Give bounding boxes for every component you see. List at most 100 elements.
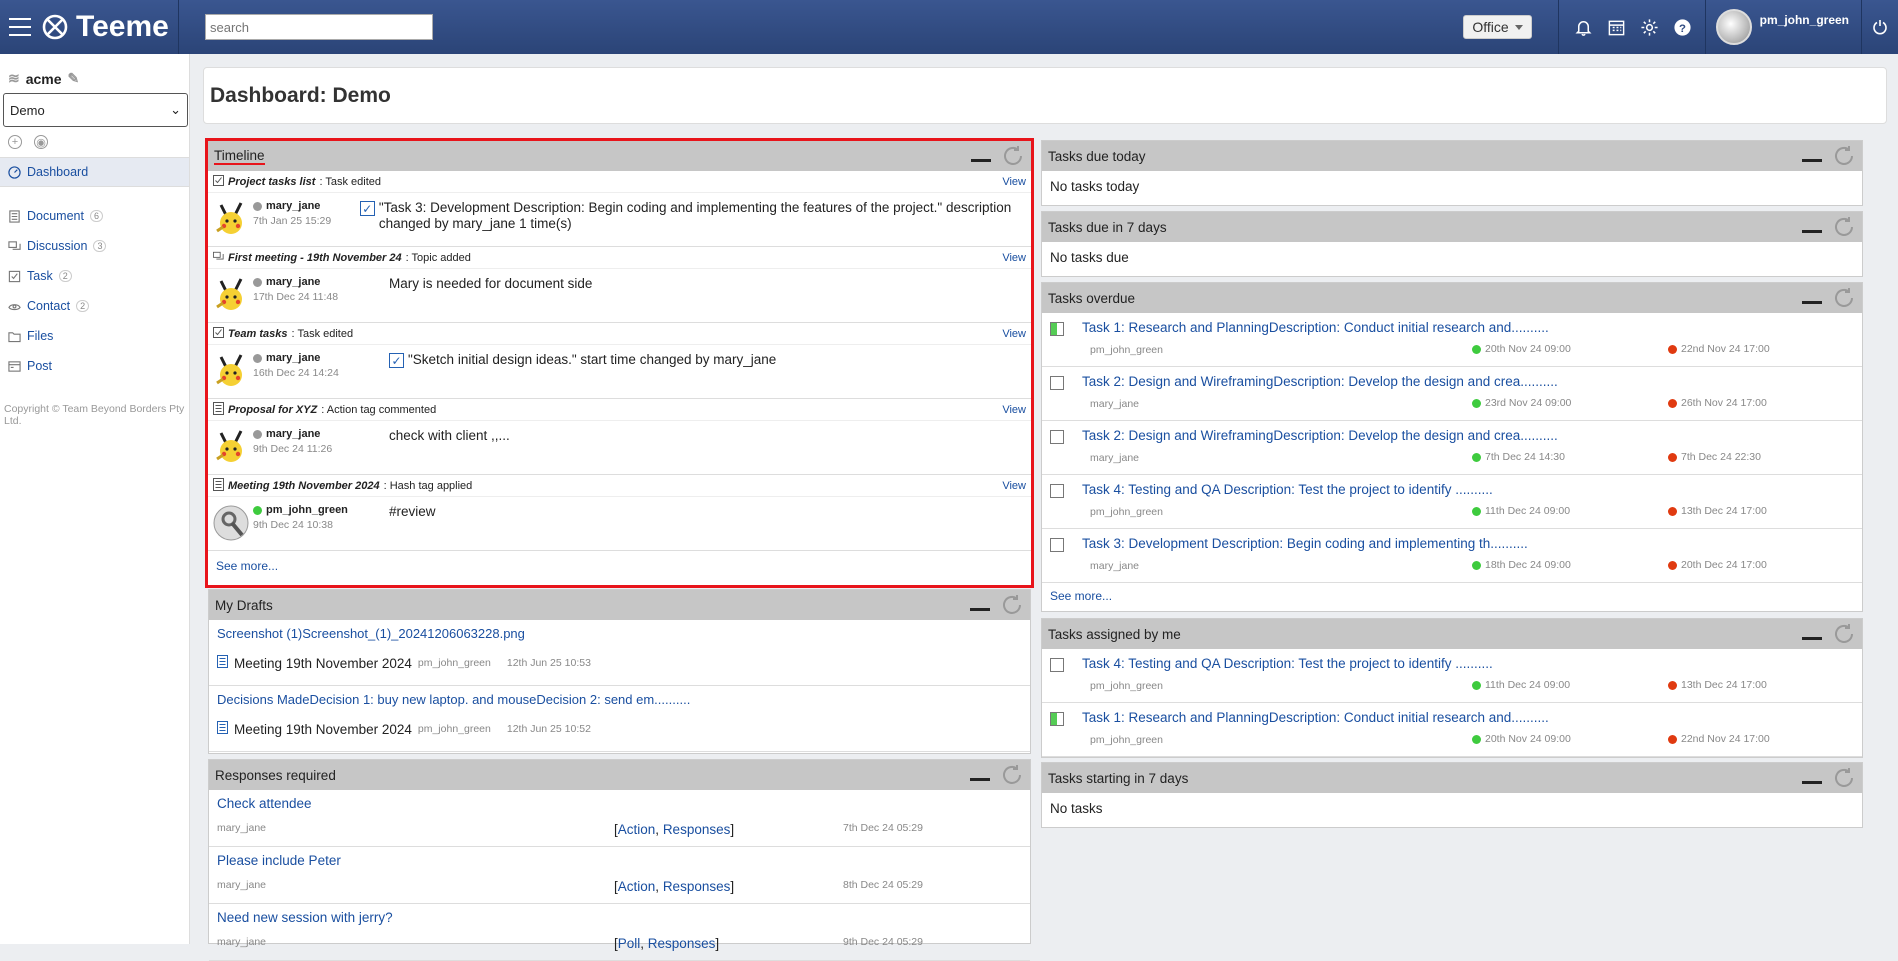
sidebar-item-contact[interactable]: Contact 2 (0, 291, 189, 321)
response-link[interactable]: Check attendee (217, 796, 312, 811)
tasks-today-panel: Tasks due today No tasks today (1041, 140, 1863, 206)
sidebar-item-task[interactable]: Task 2 (0, 261, 189, 291)
sidebar-item-dashboard[interactable]: Dashboard (0, 157, 189, 187)
sidebar-item-post[interactable]: Post (0, 351, 189, 381)
add-icon[interactable]: + (8, 135, 22, 149)
timestamp: 17th Dec 24 11:48 (253, 291, 339, 303)
task-link[interactable]: Task 2: Design and WireframingDescriptio… (1082, 374, 1558, 389)
task-checkbox[interactable] (1050, 322, 1064, 336)
task-checkbox[interactable] (1050, 538, 1064, 552)
source-icon (213, 250, 224, 266)
minimize-icon[interactable] (970, 777, 990, 781)
timeline-source[interactable]: Team tasks (228, 328, 288, 340)
timeline-item: Meeting 19th November 2024: Hash tag app… (208, 475, 1031, 551)
menu-icon[interactable] (0, 0, 40, 54)
task-end: 22nd Nov 24 17:00 (1668, 733, 1770, 745)
task-link[interactable]: Task 4: Testing and QA Description: Test… (1082, 656, 1493, 671)
response-user: mary_jane (217, 936, 267, 948)
response-link[interactable]: Please include Peter (217, 853, 341, 868)
app-logo[interactable]: Teeme (42, 0, 179, 54)
response-time: 8th Dec 24 05:29 (843, 879, 923, 891)
response-link[interactable]: Need new session with jerry? (217, 910, 393, 925)
space-select[interactable]: Demo ⌄ (3, 93, 188, 127)
refresh-icon[interactable] (1832, 622, 1856, 646)
timeline-source[interactable]: Meeting 19th November 2024 (228, 480, 380, 492)
task-checkbox[interactable] (1050, 376, 1064, 390)
user-menu[interactable]: pm_john_green (1704, 0, 1862, 54)
calendar-icon[interactable] (1600, 0, 1633, 54)
view-link[interactable]: View (1002, 328, 1026, 340)
tag-link[interactable]: Responses (663, 822, 731, 837)
search-input[interactable] (205, 14, 433, 40)
tasks-overdue-panel: Tasks overdue Task 1: Research and Plann… (1041, 282, 1863, 612)
refresh-icon[interactable] (1832, 215, 1856, 239)
tag-link[interactable]: Action (618, 822, 656, 837)
task-end-time: 22nd Nov 24 17:00 (1681, 733, 1770, 745)
status-dot (253, 429, 262, 439)
office-dropdown[interactable]: Office (1463, 15, 1532, 39)
svg-text:?: ? (1679, 22, 1686, 34)
bell-icon[interactable] (1567, 0, 1600, 54)
responses-panel: Responses required Check attendee mary_j… (208, 759, 1031, 961)
gear-icon[interactable] (1633, 0, 1666, 54)
task-link[interactable]: Task 4: Testing and QA Description: Test… (1082, 482, 1493, 497)
view-link[interactable]: View (1002, 480, 1026, 492)
avatar (1715, 9, 1752, 45)
draft-link[interactable]: Decisions MadeDecision 1: buy new laptop… (217, 692, 690, 707)
refresh-icon[interactable] (1000, 763, 1024, 787)
workspace-name[interactable]: acme (26, 71, 62, 87)
refresh-icon[interactable] (1832, 286, 1856, 310)
task-checkbox[interactable] (1050, 484, 1064, 498)
minimize-icon[interactable] (1802, 229, 1822, 233)
end-dot (1668, 398, 1677, 408)
view-link[interactable]: View (1002, 176, 1026, 188)
task-checkbox[interactable] (1050, 658, 1064, 672)
tasks-7days-panel: Tasks due in 7 days No tasks due (1041, 211, 1863, 277)
drafts-panel: My Drafts Screenshot (1)Screenshot_(1)_2… (208, 589, 1031, 754)
task-row: Task 1: Research and PlanningDescription… (1042, 703, 1862, 757)
minimize-icon[interactable] (1802, 300, 1822, 304)
refresh-icon[interactable] (1000, 593, 1024, 617)
task-link[interactable]: Task 3: Development Description: Begin c… (1082, 536, 1528, 551)
eye-icon[interactable]: ◉ (34, 135, 48, 149)
end-dot (1668, 452, 1677, 462)
tag-link[interactable]: Action (618, 879, 656, 894)
task-start-time: 20th Nov 24 09:00 (1485, 733, 1571, 745)
view-link[interactable]: View (1002, 252, 1026, 264)
timeline-source[interactable]: First meeting - 19th November 24 (228, 252, 402, 264)
view-link[interactable]: View (1002, 404, 1026, 416)
see-more-link[interactable]: See more... (1050, 589, 1112, 603)
refresh-icon[interactable] (1832, 144, 1856, 168)
minimize-icon[interactable] (1802, 158, 1822, 162)
task-link[interactable]: Task 1: Research and PlanningDescription… (1082, 320, 1549, 335)
timeline-action: : Topic added (405, 251, 471, 264)
pencil-icon[interactable]: ✎ (68, 70, 80, 87)
power-icon[interactable] (1862, 0, 1898, 54)
task-checkbox[interactable] (1050, 712, 1064, 726)
task-start-time: 23rd Nov 24 09:00 (1485, 397, 1572, 409)
timeline-message: #review (389, 504, 436, 519)
task-link[interactable]: Task 2: Design and WireframingDescriptio… (1082, 428, 1558, 443)
sidebar-item-discussion[interactable]: Discussion 3 (0, 231, 189, 261)
timeline-source[interactable]: Project tasks list (228, 176, 315, 188)
minimize-icon[interactable] (1802, 780, 1822, 784)
see-more-link[interactable]: See more... (216, 559, 278, 573)
sidebar-item-document[interactable]: Document 6 (0, 201, 189, 231)
refresh-icon[interactable] (1832, 766, 1856, 790)
sidebar-item-files[interactable]: Files (0, 321, 189, 351)
task-link[interactable]: Task 1: Research and PlanningDescription… (1082, 710, 1549, 725)
task-row: Task 2: Design and WireframingDescriptio… (1042, 421, 1862, 475)
tag-link[interactable]: Responses (663, 879, 731, 894)
timeline-source[interactable]: Proposal for XYZ (228, 404, 317, 416)
draft-link[interactable]: Screenshot (1)Screenshot_(1)_20241206063… (217, 626, 525, 641)
help-icon[interactable]: ? (1666, 0, 1699, 54)
sidebar-item-label: Contact (27, 299, 71, 313)
task-start: 11th Dec 24 09:00 (1472, 505, 1570, 517)
timestamp: 9th Dec 24 11:26 (253, 443, 333, 455)
task-checkbox[interactable] (1050, 430, 1064, 444)
refresh-icon[interactable] (1001, 144, 1025, 168)
minimize-icon[interactable] (970, 607, 990, 611)
minimize-icon[interactable] (971, 158, 991, 162)
timeline-item: Project tasks list: Task edited View mar… (208, 171, 1031, 247)
minimize-icon[interactable] (1802, 636, 1822, 640)
